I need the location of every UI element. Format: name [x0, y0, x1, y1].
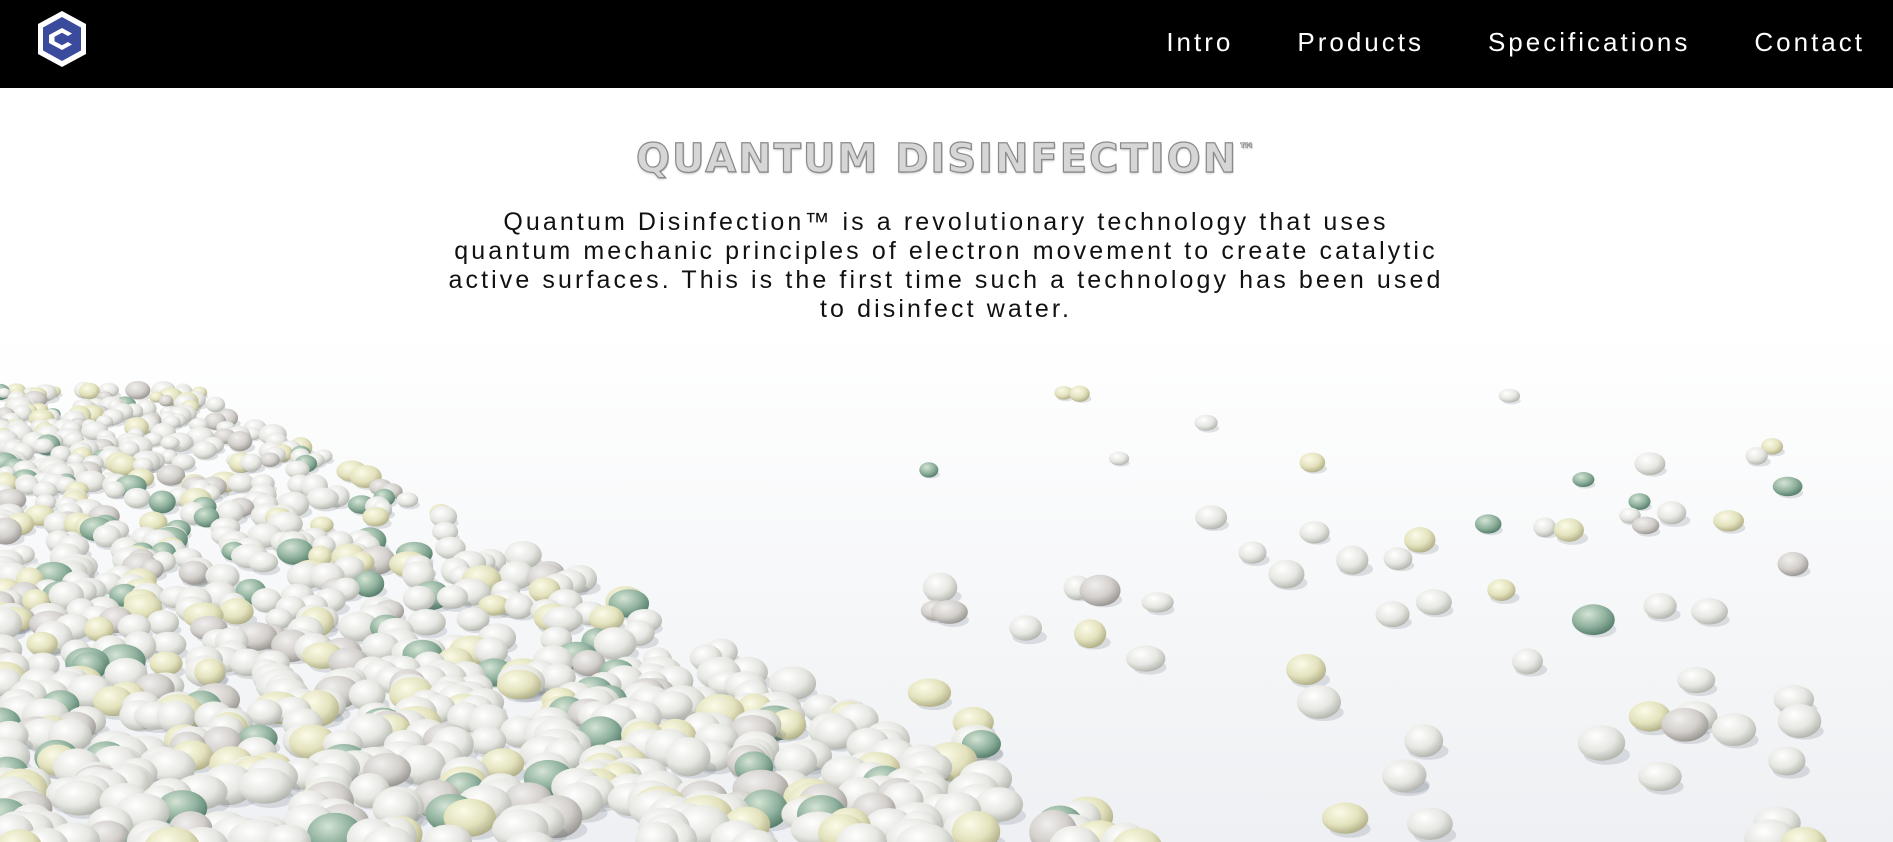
pebble: [78, 382, 100, 400]
main-nav: Intro Products Specifications Contact: [1102, 0, 1865, 84]
pebble: [1404, 724, 1444, 758]
pebble: [907, 678, 952, 707]
pebble: [1336, 545, 1369, 575]
pebble: [1772, 476, 1803, 497]
nav-link-intro[interactable]: Intro: [1166, 27, 1233, 58]
pebble: [237, 767, 293, 804]
pebble: [1195, 505, 1228, 530]
pebble: [1069, 385, 1090, 402]
pebble: [205, 396, 226, 413]
top-navbar: Intro Products Specifications Contact: [0, 0, 1893, 88]
pebble: [1511, 648, 1543, 675]
pebble: [160, 436, 180, 450]
pebble: [1631, 516, 1660, 535]
pebble: [1777, 551, 1809, 577]
pebble: [123, 487, 151, 509]
pebble: [665, 736, 711, 777]
pebble: [1321, 802, 1369, 834]
hero-description: Quantum Disinfection™ is a revolutionary…: [448, 208, 1444, 323]
pebble: [1572, 472, 1595, 488]
pebble: [1141, 592, 1174, 613]
pebble: [1553, 518, 1584, 542]
hero-title: QUANTUM DISINFECTION™: [0, 135, 1893, 182]
pebble: [1634, 452, 1666, 476]
pebble: [402, 585, 436, 612]
pebble: [1768, 746, 1806, 776]
pebble: [1713, 510, 1745, 532]
pebble: [1108, 451, 1130, 466]
pebble: [158, 394, 174, 407]
pebble: [1079, 574, 1121, 607]
pebble: [362, 507, 390, 527]
pebble: [1194, 414, 1218, 431]
pebble: [1677, 666, 1716, 694]
white-ceramic-pebbles-image: [0, 330, 1893, 842]
pebble: [1404, 527, 1436, 553]
pebble: [1286, 654, 1327, 686]
pebble: [1638, 761, 1682, 792]
pebble: [149, 651, 183, 676]
pebble: [1711, 712, 1757, 746]
pebble: [589, 605, 625, 632]
nav-link-specifications[interactable]: Specifications: [1488, 27, 1690, 58]
pebble: [1238, 541, 1267, 564]
pebble: [1407, 807, 1453, 840]
pebble: [930, 599, 968, 624]
pebble: [1628, 493, 1651, 510]
pebble: [1643, 593, 1677, 619]
pebble: [1296, 684, 1342, 719]
pebble: [922, 572, 958, 603]
pebble: [1074, 619, 1107, 649]
pebble: [1382, 760, 1426, 793]
pebble: [148, 490, 176, 514]
pebble: [1690, 598, 1728, 625]
pebble: [146, 610, 180, 635]
hero-title-text: QUANTUM DISINFECTION: [635, 135, 1239, 182]
pebble: [1009, 615, 1043, 641]
pebble: [1125, 645, 1166, 672]
pebble: [1268, 559, 1305, 589]
pebble: [1487, 578, 1516, 602]
pebble: [104, 481, 126, 499]
page: Intro Products Specifications Contact QU…: [0, 0, 1893, 842]
pebble: [194, 658, 226, 685]
pebble: [1577, 725, 1626, 761]
pebble: [1777, 703, 1822, 738]
pebble: [306, 487, 339, 510]
pebble: [496, 669, 542, 700]
pebble: [26, 631, 58, 656]
pebble: [156, 464, 186, 486]
pebble: [1498, 388, 1521, 403]
trademark-mark: ™: [1238, 140, 1258, 161]
pebble: [1299, 521, 1330, 544]
nav-link-products[interactable]: Products: [1297, 27, 1424, 58]
pebble: [1474, 514, 1502, 534]
pebble: [1661, 707, 1709, 742]
pebble: [125, 380, 151, 400]
pebble: [1745, 446, 1768, 465]
hexagon-c-logo-icon[interactable]: [34, 9, 90, 69]
nav-link-contact[interactable]: Contact: [1754, 27, 1865, 58]
pebble: [227, 430, 253, 452]
pebble: [240, 453, 263, 472]
pebble: [219, 598, 254, 625]
pebble: [1533, 517, 1557, 538]
pebble: [1375, 601, 1410, 628]
pebble: [1656, 501, 1687, 525]
pebble: [1299, 452, 1326, 473]
pebble: [32, 438, 54, 454]
pebble: [919, 462, 939, 478]
pebble: [1415, 589, 1452, 616]
pebble: [1383, 547, 1413, 570]
pebble: [192, 441, 217, 460]
pebble: [1571, 604, 1615, 636]
pebble: [436, 585, 469, 609]
pebble: [178, 560, 209, 585]
pebble: [504, 593, 534, 620]
pebble: [396, 492, 419, 508]
pebble: [248, 551, 279, 573]
pebble: [260, 452, 280, 468]
